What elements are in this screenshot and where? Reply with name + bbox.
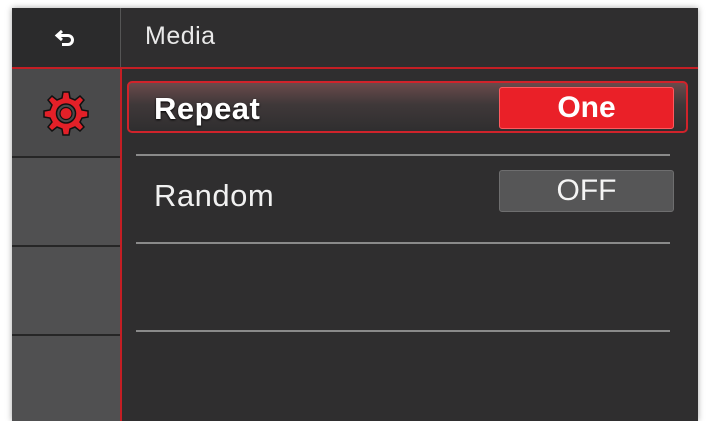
sidebar-tab-settings[interactable] <box>12 69 120 158</box>
repeat-value-button[interactable]: One <box>499 87 674 129</box>
setting-label-random: Random <box>154 178 275 213</box>
back-arrow-icon <box>54 29 74 46</box>
sidebar-tab-4[interactable] <box>12 336 120 421</box>
sidebar-tab-3[interactable] <box>12 247 120 336</box>
setting-row-empty <box>136 244 682 330</box>
setting-row-repeat[interactable]: Repeat One <box>127 69 688 155</box>
random-value-button[interactable]: OFF <box>499 170 674 212</box>
title-bar: Media <box>121 8 698 67</box>
media-settings-screen: Media Repeat One Random OFF <box>12 8 698 421</box>
sidebar-tab-2[interactable] <box>12 158 120 247</box>
setting-label-repeat: Repeat <box>154 91 261 126</box>
setting-row-random[interactable]: Random OFF <box>136 156 682 242</box>
row-divider <box>136 330 670 332</box>
page-title: Media <box>145 22 216 50</box>
gear-icon <box>43 90 89 136</box>
sidebar-divider <box>120 67 122 421</box>
back-button[interactable] <box>12 8 121 67</box>
sidebar <box>12 69 120 421</box>
